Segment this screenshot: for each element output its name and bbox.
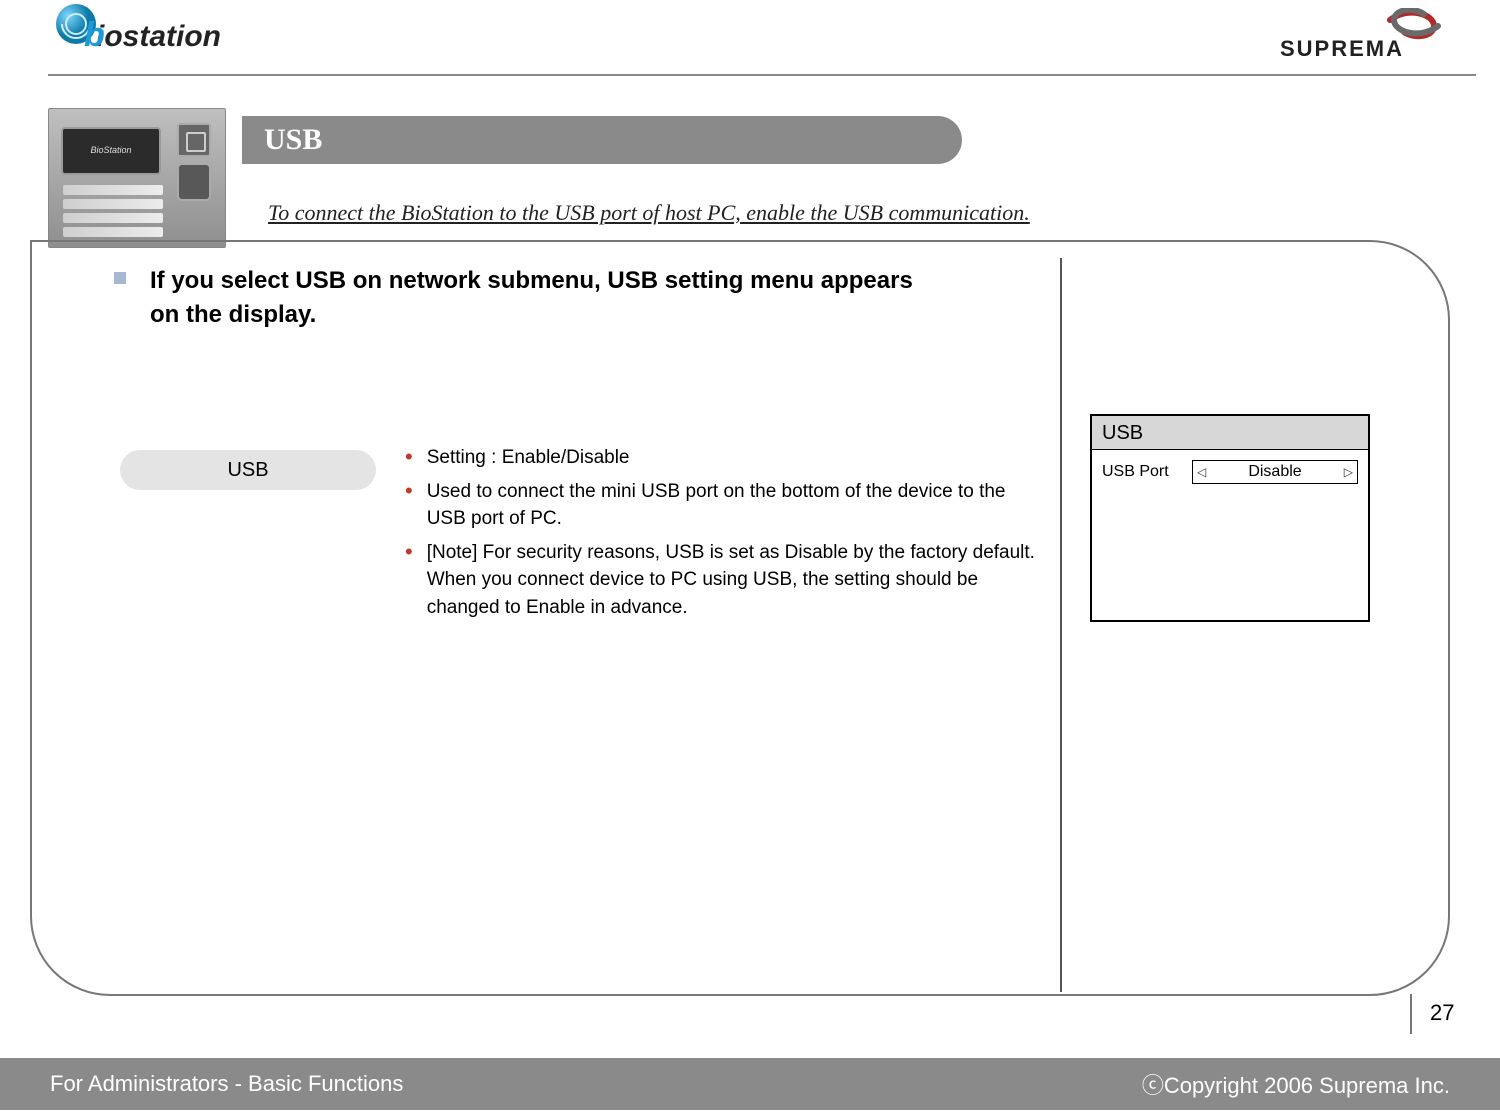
footer-bar: For Administrators - Basic Functions ⓒCo… bbox=[0, 1058, 1500, 1110]
logo-biostation: iostation b bbox=[48, 2, 238, 64]
device-screen-mock: USB USB Port ◁ Disable ▷ bbox=[1090, 414, 1370, 622]
page-number: 27 bbox=[1430, 1000, 1454, 1026]
list-item: Used to connect the mini USB port on the… bbox=[405, 478, 1035, 533]
header-divider bbox=[48, 74, 1476, 76]
device-screen-row-label: USB Port bbox=[1102, 463, 1192, 481]
square-bullet-icon bbox=[114, 272, 126, 284]
chevron-left-icon[interactable]: ◁ bbox=[1197, 465, 1206, 479]
device-thumbnail: BioStation bbox=[48, 108, 226, 248]
vertical-divider bbox=[1060, 258, 1062, 992]
lead-text: If you select USB on network submenu, US… bbox=[150, 264, 930, 331]
lead-row: If you select USB on network submenu, US… bbox=[48, 264, 1448, 331]
list-item: [Note] For security reasons, USB is set … bbox=[405, 539, 1035, 622]
device-screen-row: USB Port ◁ Disable ▷ bbox=[1102, 460, 1358, 484]
device-screen-title: USB bbox=[1092, 416, 1368, 450]
page-number-divider bbox=[1410, 994, 1412, 1034]
list-item: Setting : Enable/Disable bbox=[405, 444, 1035, 472]
footer-left: For Administrators - Basic Functions bbox=[50, 1071, 403, 1097]
usb-port-value: Disable bbox=[1206, 463, 1344, 481]
footer-right: ⓒCopyright 2006 Suprema Inc. bbox=[1142, 1068, 1450, 1100]
section-title-pill: USB bbox=[242, 116, 962, 164]
list-item-text: Setting : Enable/Disable bbox=[427, 444, 630, 472]
section-subtitle: To connect the BioStation to the USB por… bbox=[268, 200, 1030, 226]
logo-suprema: SUPREMA bbox=[1270, 8, 1460, 60]
chevron-right-icon[interactable]: ▷ bbox=[1344, 465, 1353, 479]
subsection-chip: USB bbox=[120, 450, 376, 490]
svg-text:iostation: iostation bbox=[96, 20, 221, 53]
section-title: USB bbox=[264, 123, 322, 157]
svg-text:SUPREMA: SUPREMA bbox=[1280, 36, 1404, 60]
svg-text:b: b bbox=[84, 16, 105, 54]
list-item-text: Used to connect the mini USB port on the… bbox=[427, 478, 1035, 533]
bullet-list: Setting : Enable/Disable Used to connect… bbox=[405, 444, 1035, 627]
subsection-chip-label: USB bbox=[227, 459, 268, 482]
usb-port-selector[interactable]: ◁ Disable ▷ bbox=[1192, 460, 1358, 484]
list-item-text: [Note] For security reasons, USB is set … bbox=[427, 539, 1035, 622]
